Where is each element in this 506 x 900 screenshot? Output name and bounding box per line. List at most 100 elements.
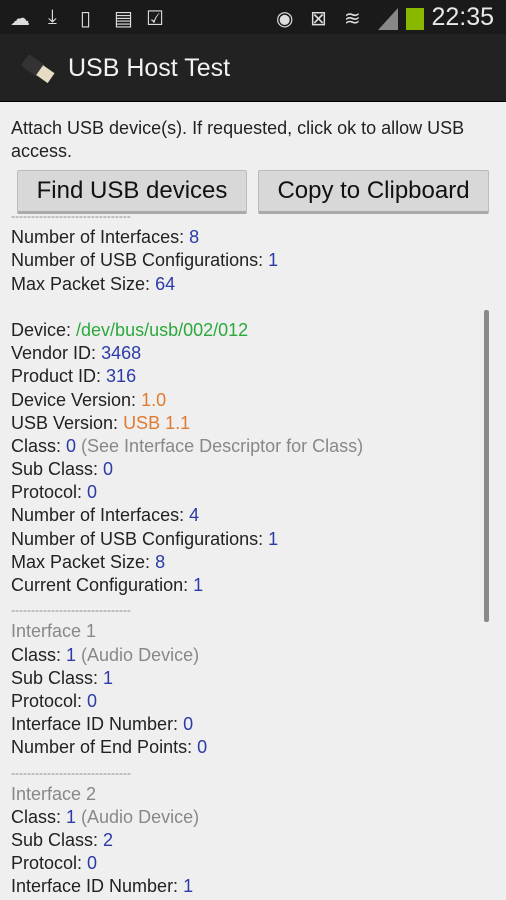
field-value: USB 1.1 (123, 412, 191, 433)
field-value: (Audio Device) (76, 644, 200, 665)
info-line (11, 296, 363, 319)
info-line: Interface ID Number: 0 (11, 713, 363, 736)
field-label: Interface ID Number: (11, 714, 184, 735)
field-label: Protocol: (11, 690, 88, 711)
device-info-scroll[interactable]: ------------------------------ Number of … (0, 215, 506, 900)
action-bar: USB Host Test (0, 34, 506, 102)
info-line: Number of USB Configurations: 1 (11, 249, 363, 272)
field-value: 0 (103, 459, 114, 480)
shopping-bag-check-icon: ☑ (146, 8, 164, 30)
field-label: Device: (11, 319, 77, 340)
field-value: 1 (268, 528, 279, 549)
info-line: Number of Interfaces: 8 (11, 226, 363, 249)
info-line: Device Version: 1.0 (11, 389, 363, 412)
field-label: Max Packet Size: (11, 273, 156, 294)
info-line: Protocol: 0 (11, 690, 363, 713)
field-label: Max Packet Size: (11, 551, 156, 572)
clock: 22:35 (431, 3, 494, 31)
info-line: ------------------------------ (11, 597, 363, 620)
info-line: Interface ID Number: 1 (11, 875, 363, 898)
copy-to-clipboard-button[interactable]: Copy to Clipboard (258, 170, 489, 214)
field-value: 1 (66, 644, 77, 665)
field-value: 1 (193, 575, 204, 595)
instructions-text: Attach USB device(s). If requested, clic… (11, 118, 465, 161)
info-line: Device: /dev/bus/usb/002/012 (11, 319, 363, 342)
field-value: 0 (66, 435, 77, 456)
field-value: 1 (103, 667, 114, 688)
status-bar: ☁ ⤓ ▯ ▤ ☑ ◉ ⊠ ≋ 22:35 (0, 0, 506, 34)
scrollbar[interactable] (484, 310, 489, 622)
field-label: Protocol: (11, 482, 88, 503)
find-usb-devices-button[interactable]: Find USB devices (17, 170, 247, 214)
field-value: 0 (87, 690, 98, 711)
info-line: Class: 1 (Audio Device) (11, 644, 363, 667)
field-value: (Audio Device) (76, 806, 200, 827)
info-line: Current Configuration: 1 (11, 574, 363, 597)
wifi-icon: ≋ (344, 8, 361, 30)
field-value: ------------------------------ (11, 603, 131, 618)
info-line: ------------------------------ (11, 760, 363, 783)
field-value: 8 (155, 551, 166, 572)
mute-vibrate-icon: ⊠ (310, 8, 327, 30)
usb-plug-icon (21, 54, 55, 84)
field-label: Number of Interfaces: (11, 227, 190, 248)
field-value: 0 (87, 482, 98, 503)
info-line: Sub Class: 0 (11, 458, 363, 481)
info-line: Max Packet Size: 8 (11, 551, 363, 574)
field-value: 316 (106, 366, 137, 387)
field-label: Number of USB Configurations: (11, 528, 269, 549)
field-value: Interface 2 (11, 783, 97, 804)
info-line: Product ID: 316 (11, 365, 363, 388)
info-line: Protocol: 0 (11, 852, 363, 875)
field-value: 1 (268, 250, 279, 271)
info-line: Class: 1 (Audio Device) (11, 806, 363, 829)
field-value: /dev/bus/usb/002/012 (76, 319, 249, 340)
field-value: 0 (87, 853, 98, 874)
field-label: Class: (11, 435, 67, 456)
field-label: Sub Class: (11, 830, 104, 851)
field-value: 3468 (101, 343, 142, 364)
field-label: Class: (11, 806, 67, 827)
field-value: 4 (189, 505, 200, 526)
field-value: 0 (197, 737, 208, 758)
field-label: Number of Interfaces: (11, 505, 190, 526)
field-value: 64 (155, 273, 176, 294)
field-value: 1 (183, 876, 194, 897)
battery-icon (406, 8, 424, 30)
field-value: ------------------------------ (11, 215, 131, 223)
field-label: Current Configuration: (11, 575, 194, 595)
field-label: Protocol: (11, 853, 88, 874)
info-line: ------------------------------ (11, 215, 363, 226)
info-line: Interface 1 (11, 620, 363, 643)
field-value: 1 (66, 806, 77, 827)
cloud-upload-icon: ☁ (10, 8, 30, 30)
download-icon: ⤓ (48, 6, 57, 28)
field-label: Number of End Points: (11, 737, 198, 758)
info-line: Vendor ID: 3468 (11, 342, 363, 365)
field-value: 0 (183, 714, 194, 735)
eye-icon: ◉ (276, 8, 294, 30)
info-line: USB Version: USB 1.1 (11, 412, 363, 435)
field-label: Interface ID Number: (11, 876, 184, 897)
field-label: Device Version: (11, 389, 142, 410)
info-line: Class: 0 (See Interface Descriptor for C… (11, 435, 363, 458)
field-value: ------------------------------ (11, 765, 131, 780)
device-info-list: ------------------------------ Number of … (11, 215, 363, 899)
field-label: Class: (11, 644, 67, 665)
info-line: Number of USB Configurations: 1 (11, 528, 363, 551)
info-line: Sub Class: 2 (11, 829, 363, 852)
field-value: (See Interface Descriptor for Class) (76, 435, 364, 456)
field-label: Number of USB Configurations: (11, 250, 269, 271)
field-value: 1.0 (141, 389, 167, 410)
info-line: Max Packet Size: 64 (11, 273, 363, 296)
info-line: Number of Interfaces: 4 (11, 504, 363, 527)
field-label: Sub Class: (11, 667, 104, 688)
field-label: Product ID: (11, 366, 107, 387)
phone-transfer-icon: ▯ (80, 8, 92, 30)
field-value: 2 (103, 830, 114, 851)
signal-icon (378, 8, 398, 30)
field-label: USB Version: (11, 412, 124, 433)
field-label: Sub Class: (11, 459, 104, 480)
info-line: Number of End Points: 0 (11, 736, 363, 759)
app-title: USB Host Test (68, 54, 231, 82)
